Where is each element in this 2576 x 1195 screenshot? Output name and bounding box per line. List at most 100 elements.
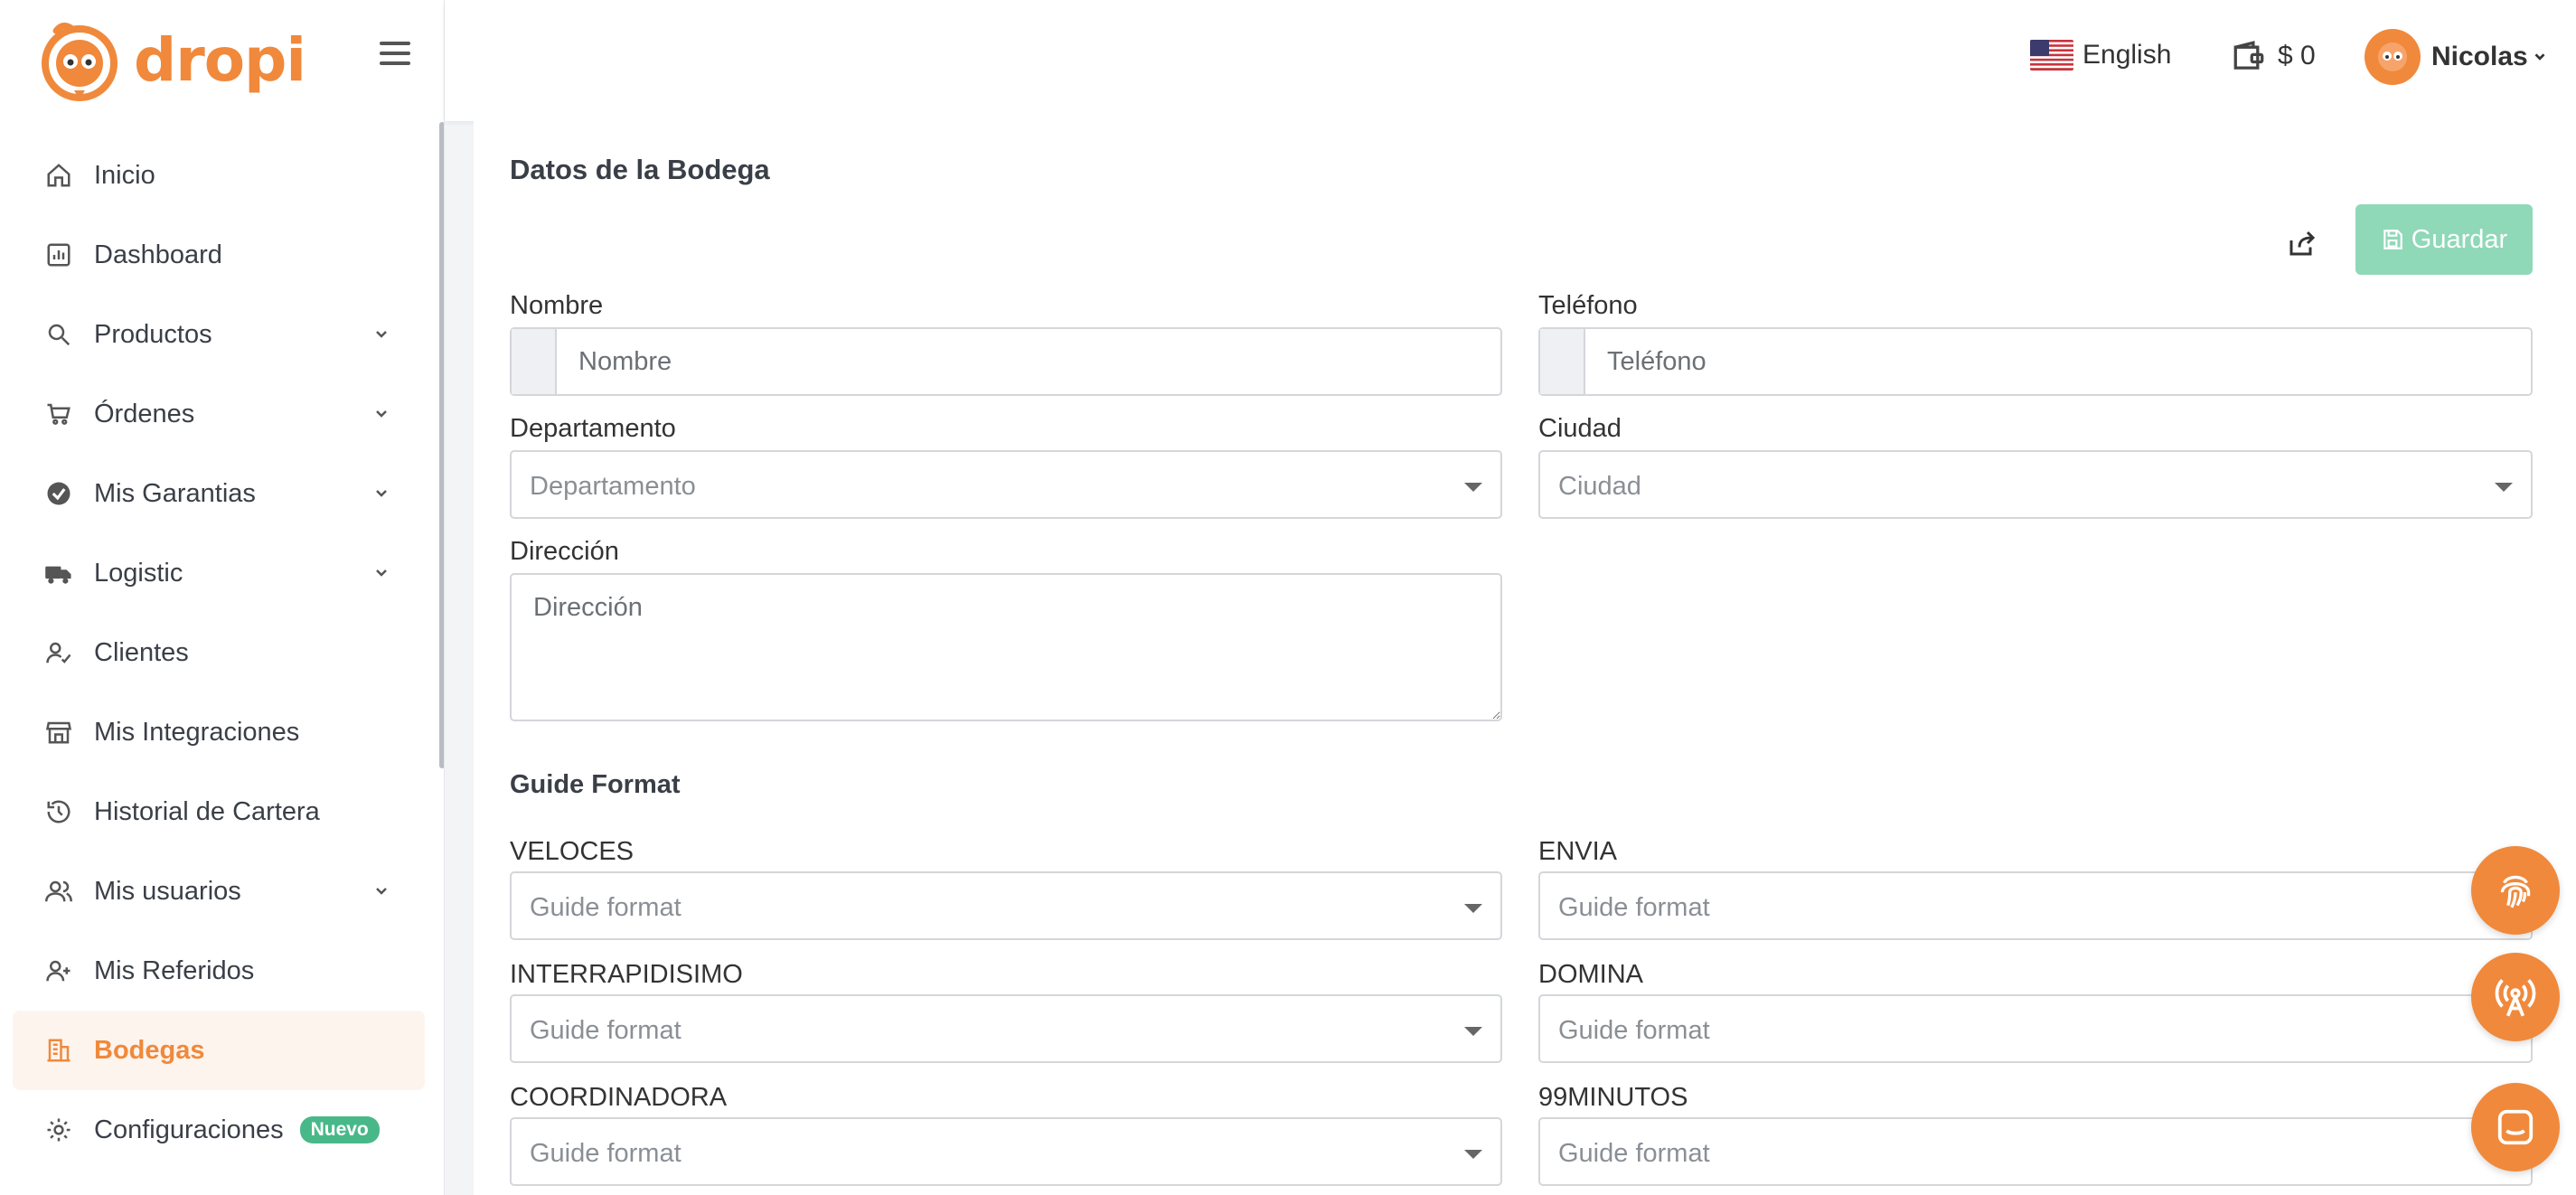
antenna-icon	[2495, 978, 2536, 1017]
guide-format-title: Guide Format	[510, 770, 681, 799]
user-check-icon	[43, 637, 74, 668]
envia-label: ENVIA	[1538, 837, 1618, 866]
direccion-textarea[interactable]	[510, 573, 1502, 721]
sidebar-item-clientes[interactable]: Clientes	[13, 613, 425, 692]
chat-icon	[2497, 1109, 2534, 1145]
share-icon	[2289, 231, 2316, 256]
select-value: Guide format	[530, 893, 682, 922]
store-icon	[43, 717, 74, 748]
ciudad-label: Ciudad	[1538, 414, 1622, 443]
sidebar-item-label: Configuraciones	[94, 1115, 284, 1144]
ciudad-select[interactable]: Ciudad	[1538, 450, 2533, 519]
wallet-amount: $ 0	[2278, 41, 2316, 71]
sidebar-item-label: Bodegas	[94, 1035, 205, 1065]
sidebar-item-mis-integraciones[interactable]: Mis Integraciones	[13, 692, 425, 772]
interrapidisimo-guide-select[interactable]: Guide format	[510, 994, 1502, 1063]
chevron-down-icon	[376, 490, 387, 497]
users-icon	[43, 876, 74, 907]
sidebar-item-label: Historial de Cartera	[94, 796, 320, 826]
avatar	[2364, 29, 2421, 85]
sidebar-item-mis-usuarios[interactable]: Mis usuarios	[13, 852, 425, 931]
hamburger-line	[380, 42, 410, 45]
99minutos-guide-select[interactable]: Guide format	[1538, 1117, 2533, 1186]
search-icon	[43, 319, 74, 350]
sidebar-item-historial-de-cartera[interactable]: Historial de Cartera	[13, 772, 425, 852]
sidebar-item-inicio[interactable]: Inicio	[13, 136, 425, 215]
broadcast-button[interactable]	[2471, 953, 2560, 1041]
wallet-balance[interactable]: $ 0	[2231, 40, 2316, 72]
sidebar-item-label: Mis usuarios	[94, 876, 241, 906]
caret-down-icon	[1464, 1150, 1482, 1159]
language-selector[interactable]: English	[2030, 40, 2171, 71]
sidebar-item-label: Logistic	[94, 558, 183, 588]
chevron-down-icon	[376, 569, 387, 577]
select-value: Guide format	[1558, 893, 1710, 922]
telefono-label: Teléfono	[1538, 291, 1638, 320]
telefono-field	[1538, 327, 2533, 396]
domina-label: DOMINA	[1538, 960, 1643, 989]
select-value: Guide format	[1558, 1016, 1710, 1045]
sidebar-item-bodegas[interactable]: Bodegas	[13, 1011, 425, 1090]
sidebar-item-dashboard[interactable]: Dashboard	[13, 215, 425, 295]
select-value: Guide format	[1558, 1139, 1710, 1168]
fingerprint-icon	[2500, 875, 2531, 908]
user-plus-icon	[43, 955, 74, 986]
nombre-label: Nombre	[510, 291, 604, 320]
sidebar-item-ordenes[interactable]: Órdenes	[13, 374, 425, 454]
chart-icon	[43, 240, 74, 270]
sidebar-item-label: Productos	[94, 319, 212, 349]
coordinadora-guide-select[interactable]: Guide format	[510, 1117, 1502, 1186]
sidebar-item-label: Inicio	[94, 160, 155, 190]
sidebar-item-label: Mis Referidos	[94, 955, 255, 985]
cart-icon	[43, 399, 74, 429]
caret-down-icon	[1464, 904, 1482, 913]
user-menu[interactable]: Nicolas	[2364, 29, 2548, 85]
history-icon	[43, 796, 74, 827]
truck-icon	[43, 558, 74, 588]
departamento-select[interactable]: Departamento	[510, 450, 1502, 519]
99minutos-label: 99MINUTOS	[1538, 1083, 1688, 1112]
save-icon	[2383, 230, 2402, 249]
hamburger-line	[380, 61, 410, 65]
veloces-guide-select[interactable]: Guide format	[510, 871, 1502, 940]
interrapidisimo-label: INTERRAPIDISIMO	[510, 960, 743, 989]
nombre-input[interactable]	[557, 329, 1500, 394]
sidebar-scrollbar[interactable]	[439, 122, 444, 768]
save-button[interactable]: Guardar	[2355, 204, 2533, 275]
sidebar-item-configuraciones[interactable]: Configuraciones Nuevo	[13, 1090, 425, 1170]
share-button[interactable]	[2280, 221, 2325, 266]
direccion-label: Dirección	[510, 537, 619, 566]
building-icon	[43, 1035, 74, 1066]
wallet-icon	[2233, 41, 2264, 70]
sidebar-nav: Inicio Dashboard Productos Órdenes Mis G…	[13, 136, 425, 1170]
us-flag-icon	[2030, 40, 2073, 71]
sidebar-item-logistic[interactable]: Logistic	[13, 533, 425, 613]
fingerprint-button[interactable]	[2471, 846, 2560, 935]
sidebar-item-mis-garantias[interactable]: Mis Garantias	[13, 454, 425, 533]
select-value: Guide format	[530, 1016, 682, 1045]
envia-guide-select[interactable]: Guide format	[1538, 871, 2533, 940]
input-addon	[1540, 329, 1585, 394]
sidebar-item-productos[interactable]: Productos	[13, 295, 425, 374]
chevron-down-icon	[2534, 53, 2545, 61]
departamento-label: Departamento	[510, 414, 676, 443]
logo[interactable]: dropi	[36, 18, 306, 101]
chevron-down-icon	[376, 331, 387, 338]
nombre-field	[510, 327, 1502, 396]
select-value: Departamento	[530, 472, 696, 501]
telefono-input[interactable]	[1585, 329, 2531, 394]
new-badge: Nuevo	[299, 1116, 380, 1143]
select-value: Guide format	[530, 1139, 682, 1168]
menu-toggle-button[interactable]	[380, 42, 410, 69]
save-button-label: Guardar	[2411, 224, 2508, 254]
warehouse-form-card: Datos de la Bodega Guardar Nombre Teléfo…	[474, 121, 2576, 1195]
caret-down-icon	[1464, 483, 1482, 492]
domina-guide-select[interactable]: Guide format	[1538, 994, 2533, 1063]
language-label: English	[2082, 40, 2172, 70]
sidebar: dropi Inicio Dashboard Productos Órdenes…	[0, 0, 445, 1195]
input-addon	[512, 329, 557, 394]
shield-check-icon	[43, 478, 74, 509]
sidebar-item-label: Mis Garantias	[94, 478, 256, 508]
sidebar-item-mis-referidos[interactable]: Mis Referidos	[13, 931, 425, 1011]
chat-button[interactable]	[2471, 1083, 2560, 1171]
